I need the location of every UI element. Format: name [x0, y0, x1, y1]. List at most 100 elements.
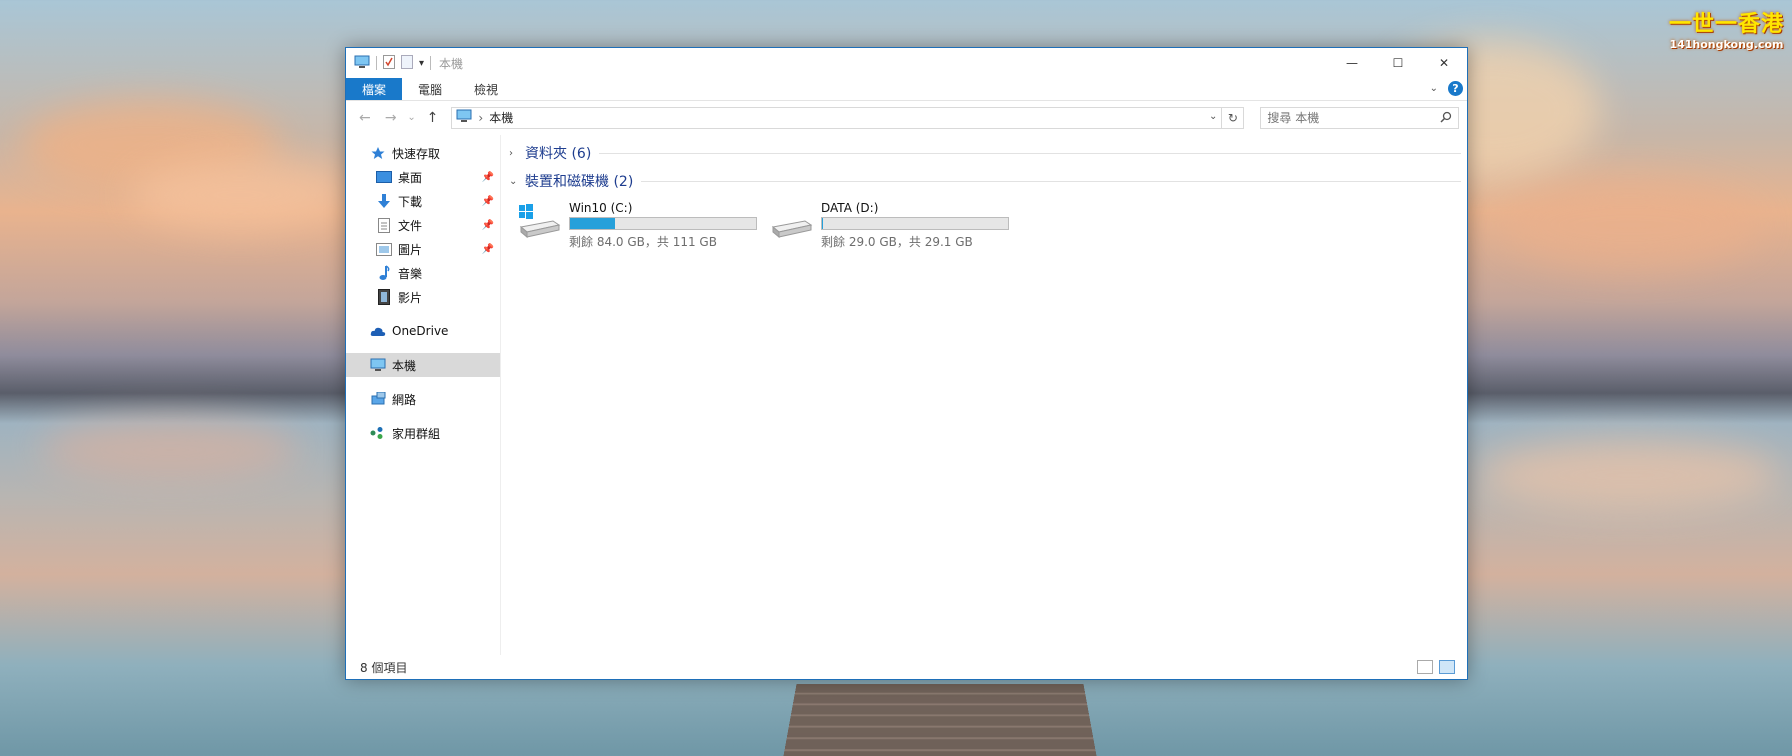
- background-cloud: [1500, 180, 1760, 270]
- search-input[interactable]: [1267, 110, 1438, 125]
- nav-documents[interactable]: 文件 📌: [346, 213, 500, 237]
- nav-label: 本機: [392, 358, 417, 373]
- videos-icon: [376, 289, 392, 305]
- nav-label: 音樂: [398, 266, 423, 281]
- details-view-button[interactable]: [1417, 660, 1433, 674]
- toolbar-separator: [376, 56, 377, 70]
- breadcrumb-this-pc[interactable]: 本機: [489, 109, 513, 126]
- usage-bar: [821, 217, 1009, 230]
- nav-label: OneDrive: [392, 324, 449, 338]
- large-icons-view-button[interactable]: [1439, 660, 1455, 674]
- back-button[interactable]: ←: [354, 107, 376, 129]
- pictures-icon: [376, 241, 392, 257]
- documents-icon: [376, 217, 392, 233]
- minimize-button[interactable]: —: [1329, 48, 1375, 78]
- group-header-devices[interactable]: ⌄ 裝置和磁碟機 (2): [509, 167, 1461, 195]
- nav-desktop[interactable]: 桌面 📌: [346, 165, 500, 189]
- nav-homegroup[interactable]: 家用群組: [346, 421, 500, 445]
- nav-label: 下載: [398, 194, 423, 209]
- recent-locations-button[interactable]: ⌄: [406, 107, 418, 129]
- drive-meta: Win10 (C:) 剩餘 84.0 GB，共 111 GB: [569, 201, 757, 250]
- navigation-pane[interactable]: 快速存取 桌面 📌 下載 📌 文件 📌 圖片 📌 音樂 影片 OneDrive …: [346, 135, 501, 655]
- drive-name: Win10 (C:): [569, 201, 633, 215]
- watermark: 一世一香港 141hongkong.com: [1669, 6, 1784, 51]
- forward-button[interactable]: →: [380, 107, 402, 129]
- chevron-down-icon[interactable]: ⌄: [1209, 111, 1217, 122]
- item-count: 8 個項目: [360, 660, 408, 675]
- desktop-icon: [376, 169, 392, 185]
- network-icon: [370, 391, 386, 407]
- group-header-folders[interactable]: › 資料夾 (6): [509, 139, 1461, 167]
- computer-icon: [354, 55, 370, 72]
- nav-label: 影片: [398, 290, 423, 305]
- cloud-icon: [370, 323, 386, 339]
- search-icon[interactable]: [1440, 111, 1452, 126]
- maximize-button[interactable]: ☐: [1375, 48, 1421, 78]
- nav-network[interactable]: 網路: [346, 387, 500, 411]
- pin-icon[interactable]: 📌: [482, 196, 494, 207]
- music-icon: [376, 265, 392, 281]
- tab-view[interactable]: 檢視: [458, 78, 514, 100]
- content-pane[interactable]: › 資料夾 (6) ⌄ 裝置和磁碟機 (2) Win10 (C:) 剩餘 84.…: [501, 135, 1467, 655]
- nav-pictures[interactable]: 圖片 📌: [346, 237, 500, 261]
- drive-meta: DATA (D:) 剩餘 29.0 GB，共 29.1 GB: [821, 201, 1009, 250]
- title-bar[interactable]: ▾ 本機 — ☐ ✕: [346, 48, 1467, 78]
- drive-item[interactable]: DATA (D:) 剩餘 29.0 GB，共 29.1 GB: [769, 201, 1009, 250]
- drive-icon: [769, 201, 813, 241]
- quick-access-toolbar: ▾: [354, 54, 432, 72]
- drive-free-space: 剩餘 29.0 GB，共 29.1 GB: [821, 235, 973, 249]
- nav-label: 家用群組: [392, 426, 441, 441]
- help-button[interactable]: ?: [1448, 81, 1463, 96]
- computer-icon: [456, 109, 472, 126]
- refresh-button[interactable]: ↻: [1221, 107, 1243, 128]
- nav-this-pc[interactable]: 本機: [346, 353, 500, 377]
- group-divider: [599, 152, 1461, 154]
- nav-label: 圖片: [398, 242, 423, 257]
- tab-file[interactable]: 檔案: [346, 78, 403, 100]
- address-bar[interactable]: › 本機 ⌄ ↻: [451, 106, 1245, 129]
- pin-icon[interactable]: 📌: [482, 220, 494, 231]
- chevron-right-icon[interactable]: ›: [478, 111, 483, 125]
- nav-quick-access[interactable]: 快速存取: [346, 141, 500, 165]
- chevron-right-icon[interactable]: ›: [509, 148, 521, 159]
- toolbar-separator: [430, 56, 432, 70]
- chevron-down-icon[interactable]: ⌄: [509, 176, 521, 187]
- search-box[interactable]: [1260, 106, 1459, 129]
- star-icon: [370, 145, 386, 161]
- background-dock: [782, 684, 1098, 756]
- computer-icon: [370, 357, 386, 373]
- pin-icon[interactable]: 📌: [482, 244, 494, 255]
- drive-item[interactable]: Win10 (C:) 剩餘 84.0 GB，共 111 GB: [517, 201, 757, 250]
- up-button[interactable]: ↑: [422, 107, 444, 129]
- ribbon-tabs: 檔案 電腦 檢視 ⌄ ?: [346, 78, 1467, 100]
- nav-label: 快速存取: [392, 146, 441, 161]
- close-button[interactable]: ✕: [1421, 48, 1467, 78]
- navigation-bar: ← → ⌄ ↑ › 本機 ⌄ ↻: [346, 100, 1467, 134]
- properties-icon[interactable]: [383, 54, 395, 72]
- drive-list: Win10 (C:) 剩餘 84.0 GB，共 111 GB DATA (D:)…: [509, 195, 1461, 250]
- nav-label: 文件: [398, 218, 423, 233]
- nav-downloads[interactable]: 下載 📌: [346, 189, 500, 213]
- explorer-body: 快速存取 桌面 📌 下載 📌 文件 📌 圖片 📌 音樂 影片 OneDrive …: [346, 135, 1467, 655]
- customize-toolbar-icon[interactable]: ▾: [419, 58, 424, 69]
- window-controls: — ☐ ✕: [1329, 48, 1467, 78]
- nav-onedrive[interactable]: OneDrive: [346, 319, 500, 343]
- file-explorer-window: ▾ 本機 — ☐ ✕ 檔案 電腦 檢視 ⌄ ? ← → ⌄ ↑ › 本機 ⌄ ↻: [345, 47, 1468, 680]
- group-title: 資料夾 (6): [525, 146, 592, 162]
- watermark-title: 一世一香港: [1668, 12, 1784, 37]
- drive-free-space: 剩餘 84.0 GB，共 111 GB: [569, 235, 717, 249]
- status-bar: 8 個項目: [346, 655, 1467, 679]
- background-cloud: [40, 420, 300, 480]
- nav-videos[interactable]: 影片: [346, 285, 500, 309]
- drive-name: DATA (D:): [821, 201, 879, 215]
- nav-label: 桌面: [398, 170, 423, 185]
- expand-ribbon-icon[interactable]: ⌄: [1430, 83, 1438, 94]
- tab-computer[interactable]: 電腦: [402, 78, 458, 100]
- system-drive-icon: [517, 201, 561, 241]
- watermark-url: 141hongkong.com: [1669, 38, 1784, 51]
- new-folder-icon[interactable]: [401, 54, 413, 72]
- pin-icon[interactable]: 📌: [482, 172, 494, 183]
- nav-music[interactable]: 音樂: [346, 261, 500, 285]
